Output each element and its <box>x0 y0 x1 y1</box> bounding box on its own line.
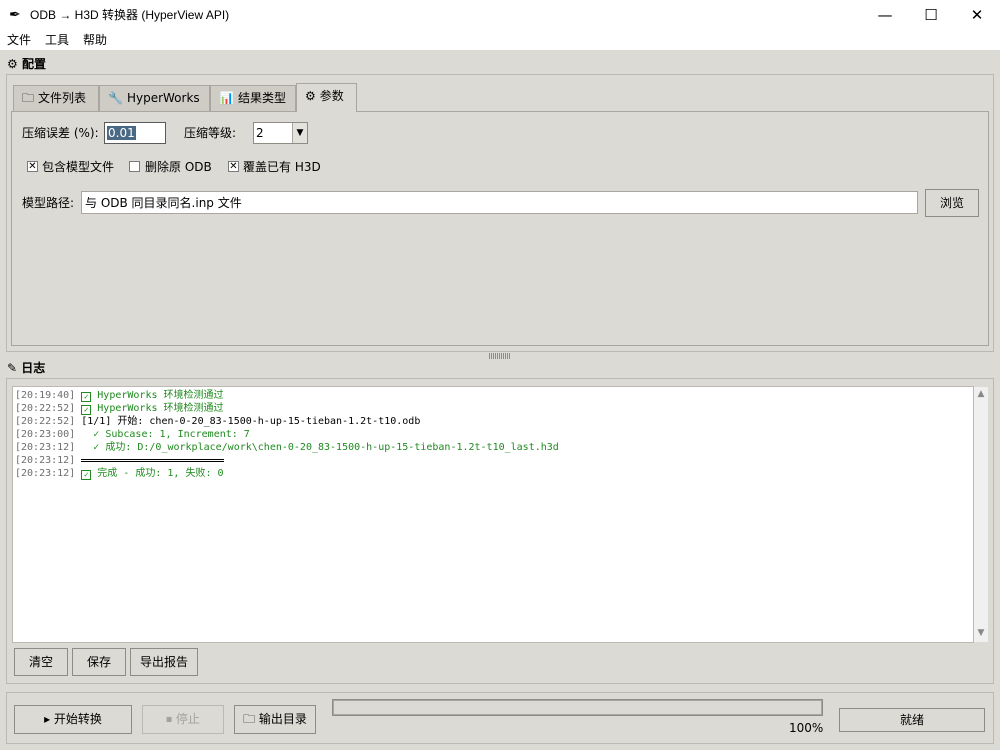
progress-bar-fill <box>333 700 822 715</box>
tab-label: HyperWorks <box>126 91 200 105</box>
wrench-icon: 🔧 <box>108 91 123 105</box>
log-message: ✓ Subcase: 1, Increment: 7 <box>81 429 250 440</box>
gear-icon: ⚙ <box>7 57 18 71</box>
scroll-up-arrow-icon[interactable]: ▲ <box>974 389 988 401</box>
menu-tools[interactable]: 工具 <box>45 32 69 48</box>
tab-result-types[interactable]: 📊 结果类型 <box>210 85 296 111</box>
edit-icon: ✎ <box>7 361 18 375</box>
log-line: [20:23:00] ✓ Subcase: 1, Increment: 7 <box>15 428 971 441</box>
model-path-input[interactable]: 与 ODB 同目录同名.inp 文件 <box>81 191 918 214</box>
minimize-button[interactable]: — <box>862 0 908 30</box>
include-model-checkbox[interactable]: ✕ <box>27 161 38 172</box>
log-timestamp: [20:23:12] <box>15 442 76 453</box>
pane-splitter-handle[interactable] <box>489 353 511 359</box>
log-line: [20:19:40] ✓ HyperWorks 环境检测通过 <box>15 389 971 402</box>
overwrite-h3d-label: 覆盖已有 H3D <box>243 160 321 174</box>
maximize-button[interactable]: ☐ <box>908 0 954 30</box>
status-indicator: 就绪 <box>839 708 985 732</box>
log-message: ✓ 成功: D:/0_workplace/work\chen-0-20_83-1… <box>81 442 559 453</box>
tab-panel-params <box>11 111 989 346</box>
log-title-label: 日志 <box>21 361 46 375</box>
log-separator <box>81 458 225 462</box>
tab-file-list[interactable]: 🗀 文件列表 <box>13 85 99 111</box>
tab-hyperworks[interactable]: 🔧 HyperWorks <box>99 85 210 111</box>
log-message: HyperWorks 环境检测通过 <box>97 403 224 414</box>
log-timestamp: [20:23:12] <box>15 455 76 466</box>
log-timestamp: [20:23:00] <box>15 429 76 440</box>
clear-log-button[interactable]: 清空 <box>14 648 68 676</box>
log-line: [20:22:52] ✓ HyperWorks 环境检测通过 <box>15 402 971 415</box>
overwrite-h3d-checkbox[interactable]: ✕ <box>228 161 239 172</box>
log-scrollbar[interactable] <box>974 387 988 642</box>
log-timestamp: [20:22:52] <box>15 416 76 427</box>
save-log-button[interactable]: 保存 <box>72 648 126 676</box>
log-timestamp: [20:22:52] <box>15 403 76 414</box>
feather-icon: ✒ <box>9 7 21 23</box>
compress-error-input[interactable]: 0.01 <box>104 122 166 144</box>
include-model-label: 包含模型文件 <box>42 160 115 174</box>
log-line: [20:22:52] [1/1] 开始: chen-0-20_83-1500-h… <box>15 415 971 428</box>
menu-help[interactable]: 帮助 <box>83 32 107 48</box>
check-icon: ✓ <box>81 392 92 402</box>
tab-label: 结果类型 <box>237 91 286 105</box>
bar-chart-icon: 📊 <box>219 91 234 105</box>
compress-error-label: 压缩误差 (%): <box>22 126 99 140</box>
log-timestamp: [20:19:40] <box>15 390 76 401</box>
config-section-title: ⚙ 配置 <box>7 56 46 72</box>
gear-icon: ⚙ <box>305 89 316 103</box>
folder-icon: 🗀 <box>22 91 35 105</box>
stop-button[interactable]: ⏹ 停止 <box>142 705 224 734</box>
check-icon: ✓ <box>81 470 92 480</box>
menu-bar <box>0 30 1000 50</box>
tab-params[interactable]: ⚙ 参数 <box>296 83 357 112</box>
check-icon: ✓ <box>81 405 92 415</box>
tab-label: 文件列表 <box>38 91 87 105</box>
start-convert-button[interactable]: ▸ 开始转换 <box>14 705 132 734</box>
config-title-label: 配置 <box>21 57 46 71</box>
tab-label: 参数 <box>319 89 344 103</box>
log-message: HyperWorks 环境检测通过 <box>97 390 224 401</box>
scroll-down-arrow-icon[interactable]: ▼ <box>974 628 988 640</box>
menu-file[interactable]: 文件 <box>7 32 31 48</box>
model-path-label: 模型路径: <box>22 196 75 210</box>
delete-odb-checkbox[interactable] <box>129 161 140 172</box>
log-line: [20:23:12] ✓ 成功: D:/0_workplace/work\che… <box>15 441 971 454</box>
browse-button[interactable]: 浏览 <box>925 189 979 217</box>
chevron-down-icon[interactable]: ▼ <box>292 123 307 143</box>
output-dir-button[interactable]: 🗀 输出目录 <box>234 705 316 734</box>
window-title: ODB → H3D 转换器 (HyperView API) <box>30 8 230 22</box>
log-timestamp: [20:23:12] <box>15 468 76 479</box>
compress-level-label: 压缩等级: <box>184 126 237 140</box>
compress-error-value: 0.01 <box>107 126 136 140</box>
delete-odb-label: 删除原 ODB <box>145 160 212 174</box>
export-report-button[interactable]: 导出报告 <box>130 648 198 676</box>
log-message: [1/1] 开始: chen-0-20_83-1500-h-up-15-tieb… <box>81 416 421 427</box>
log-line: [20:23:12] ✓ 完成 - 成功: 1, 失败: 0 <box>15 467 971 480</box>
log-section-title: ✎ 日志 <box>7 360 45 376</box>
log-text-area[interactable]: [20:19:40] ✓ HyperWorks 环境检测通过 [20:22:52… <box>12 386 974 643</box>
log-message: 完成 - 成功: 1, 失败: 0 <box>97 468 224 479</box>
compress-level-value: 2 <box>256 126 264 140</box>
progress-percent-label: 100% <box>789 721 824 735</box>
close-button[interactable]: ✕ <box>954 0 1000 30</box>
log-line: [20:23:12] <box>15 454 971 467</box>
